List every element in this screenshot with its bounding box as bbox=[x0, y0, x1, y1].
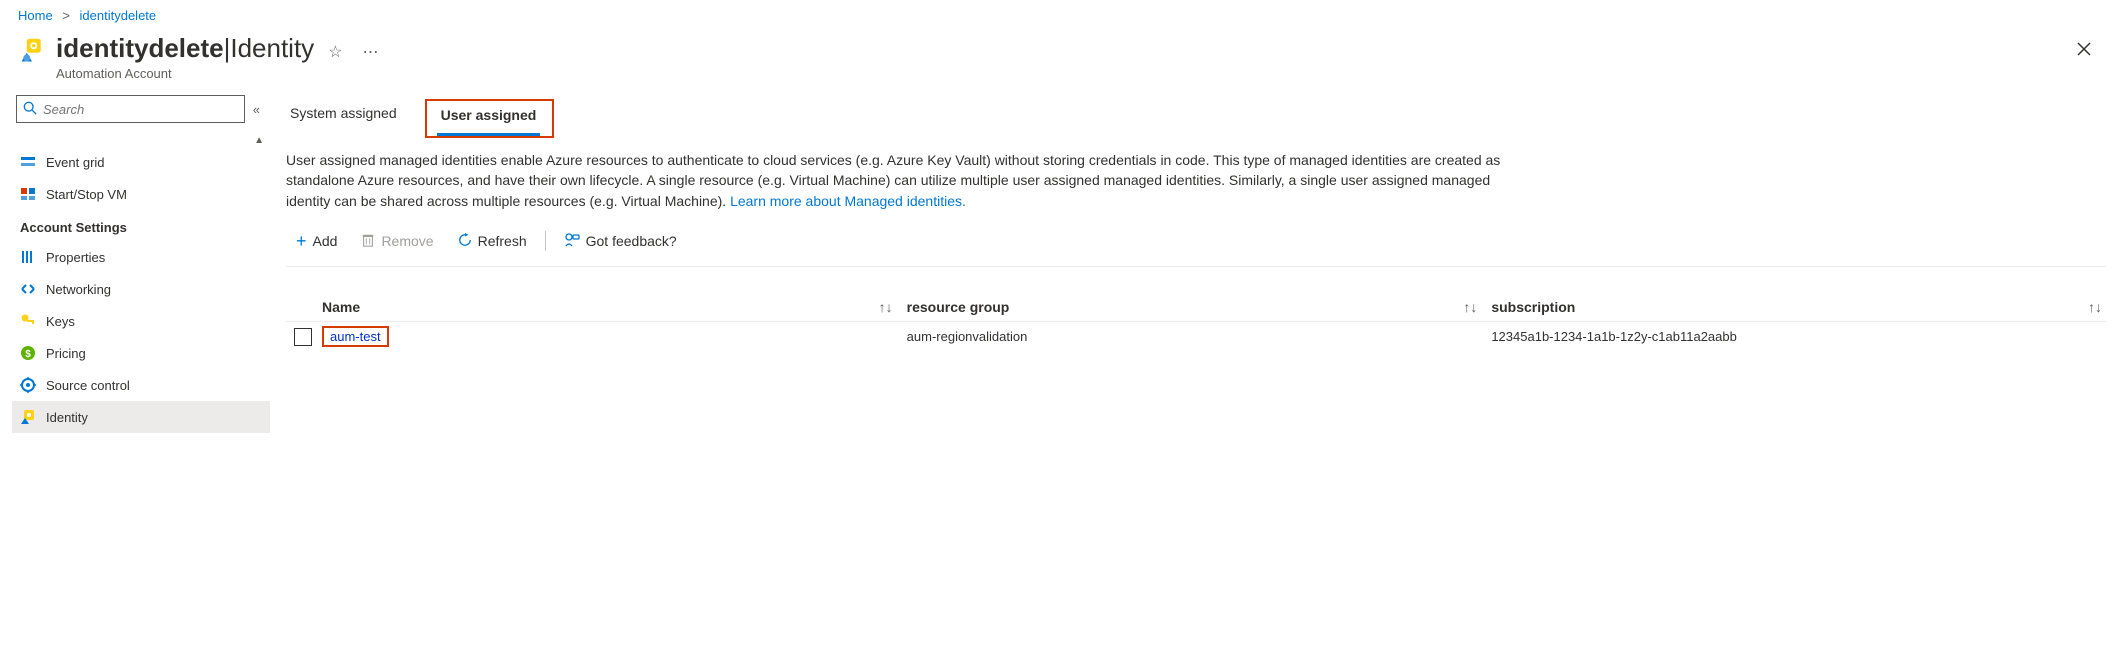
row-subscription: 12345a1b-1234-1a1b-1z2y-c1ab11a2aabb bbox=[1491, 329, 2076, 344]
add-label: Add bbox=[313, 233, 338, 249]
sidebar-item-identity[interactable]: Identity bbox=[12, 401, 270, 433]
networking-icon bbox=[20, 281, 36, 297]
refresh-icon bbox=[458, 233, 472, 250]
sidebar-item-label: Properties bbox=[46, 250, 105, 265]
more-button[interactable]: ⋯ bbox=[357, 36, 385, 68]
learn-more-link[interactable]: Learn more about Managed identities. bbox=[730, 193, 966, 209]
close-button[interactable] bbox=[2068, 33, 2100, 68]
refresh-button[interactable]: Refresh bbox=[448, 229, 537, 254]
page-title-name: identitydelete bbox=[56, 33, 224, 64]
page-title: identitydelete | Identity ☆ ⋯ bbox=[56, 33, 385, 68]
pricing-icon: $ bbox=[20, 345, 36, 361]
svg-text:$: $ bbox=[25, 349, 31, 360]
keys-icon bbox=[20, 313, 36, 329]
breadcrumb-home[interactable]: Home bbox=[18, 8, 53, 23]
sidebar-item-label: Identity bbox=[46, 410, 88, 425]
sidebar-item-label: Networking bbox=[46, 282, 111, 297]
table-row: aum-test aum-regionvalidation 12345a1b-1… bbox=[286, 322, 2106, 352]
automation-account-icon bbox=[18, 37, 46, 65]
sidebar-item-label: Keys bbox=[46, 314, 75, 329]
tab-system-assigned[interactable]: System assigned bbox=[286, 99, 401, 138]
trash-icon bbox=[361, 233, 375, 250]
feedback-button[interactable]: Got feedback? bbox=[554, 228, 687, 255]
search-input[interactable] bbox=[41, 101, 238, 118]
sort-icon[interactable]: ↑↓ bbox=[2088, 299, 2102, 315]
sidebar-item-label: Pricing bbox=[46, 346, 86, 361]
sort-icon[interactable]: ↑↓ bbox=[1463, 299, 1477, 315]
sidebar-item-label: Source control bbox=[46, 378, 130, 393]
main-content: System assigned User assigned User assig… bbox=[270, 91, 2118, 433]
remove-label: Remove bbox=[381, 233, 433, 249]
sidebar-item-keys[interactable]: Keys bbox=[12, 305, 270, 337]
sort-icon[interactable]: ↑↓ bbox=[879, 299, 893, 315]
page-title-sep: | bbox=[224, 33, 231, 64]
tab-user-assigned[interactable]: User assigned bbox=[437, 101, 541, 136]
callout-box-user-assigned-tab: User assigned bbox=[425, 99, 555, 138]
sidebar-item-pricing[interactable]: $ Pricing bbox=[12, 337, 270, 369]
remove-button[interactable]: Remove bbox=[351, 229, 443, 254]
page-title-section: Identity bbox=[230, 33, 314, 64]
identity-icon bbox=[20, 409, 36, 425]
feedback-label: Got feedback? bbox=[586, 233, 677, 249]
source-control-icon bbox=[20, 377, 36, 393]
column-name[interactable]: Name bbox=[322, 299, 360, 315]
row-checkbox[interactable] bbox=[294, 328, 312, 346]
plus-icon: + bbox=[296, 231, 307, 252]
sidebar-item-properties[interactable]: Properties bbox=[12, 241, 270, 273]
properties-icon bbox=[20, 249, 36, 265]
add-button[interactable]: + Add bbox=[286, 227, 347, 256]
search-box[interactable] bbox=[16, 95, 245, 123]
toolbar-divider bbox=[545, 231, 546, 251]
tab-description: User assigned managed identities enable … bbox=[286, 138, 1516, 215]
column-resource-group[interactable]: resource group bbox=[907, 299, 1010, 315]
toolbar: + Add Remove Refresh Got feedbac bbox=[286, 215, 2106, 267]
column-subscription[interactable]: subscription bbox=[1491, 299, 1575, 315]
collapse-sidebar-button[interactable]: « bbox=[253, 102, 260, 117]
sidebar-item-label: Start/Stop VM bbox=[46, 187, 127, 202]
refresh-label: Refresh bbox=[478, 233, 527, 249]
sidebar-item-event-grid[interactable]: Event grid bbox=[12, 146, 270, 178]
favorite-button[interactable]: ☆ bbox=[322, 36, 348, 68]
breadcrumb: Home > identitydelete bbox=[0, 0, 2118, 27]
sidebar: « ▲ Event grid Start/Stop VM Account Set… bbox=[0, 91, 270, 433]
scroll-up-icon: ▲ bbox=[254, 135, 264, 146]
tabs: System assigned User assigned bbox=[286, 91, 2106, 138]
breadcrumb-current[interactable]: identitydelete bbox=[80, 8, 157, 23]
sidebar-item-startstop-vm[interactable]: Start/Stop VM bbox=[12, 178, 270, 210]
sidebar-item-label: Event grid bbox=[46, 155, 105, 170]
identity-name-link[interactable]: aum-test bbox=[322, 326, 389, 347]
sidebar-section-account-settings: Account Settings bbox=[12, 210, 270, 241]
startstop-vm-icon bbox=[20, 186, 36, 202]
feedback-icon bbox=[564, 232, 580, 251]
search-icon bbox=[23, 101, 37, 118]
breadcrumb-separator: > bbox=[62, 8, 70, 23]
page-subtitle: Automation Account bbox=[0, 66, 2118, 91]
sidebar-item-source-control[interactable]: Source control bbox=[12, 369, 270, 401]
row-resource-group: aum-regionvalidation bbox=[907, 329, 1492, 344]
identity-table: Name ↑↓ resource group ↑↓ subscription ↑… bbox=[286, 293, 2106, 352]
sidebar-item-networking[interactable]: Networking bbox=[12, 273, 270, 305]
page-header: identitydelete | Identity ☆ ⋯ bbox=[0, 27, 2118, 68]
table-header: Name ↑↓ resource group ↑↓ subscription ↑… bbox=[286, 293, 2106, 322]
event-grid-icon bbox=[20, 154, 36, 170]
